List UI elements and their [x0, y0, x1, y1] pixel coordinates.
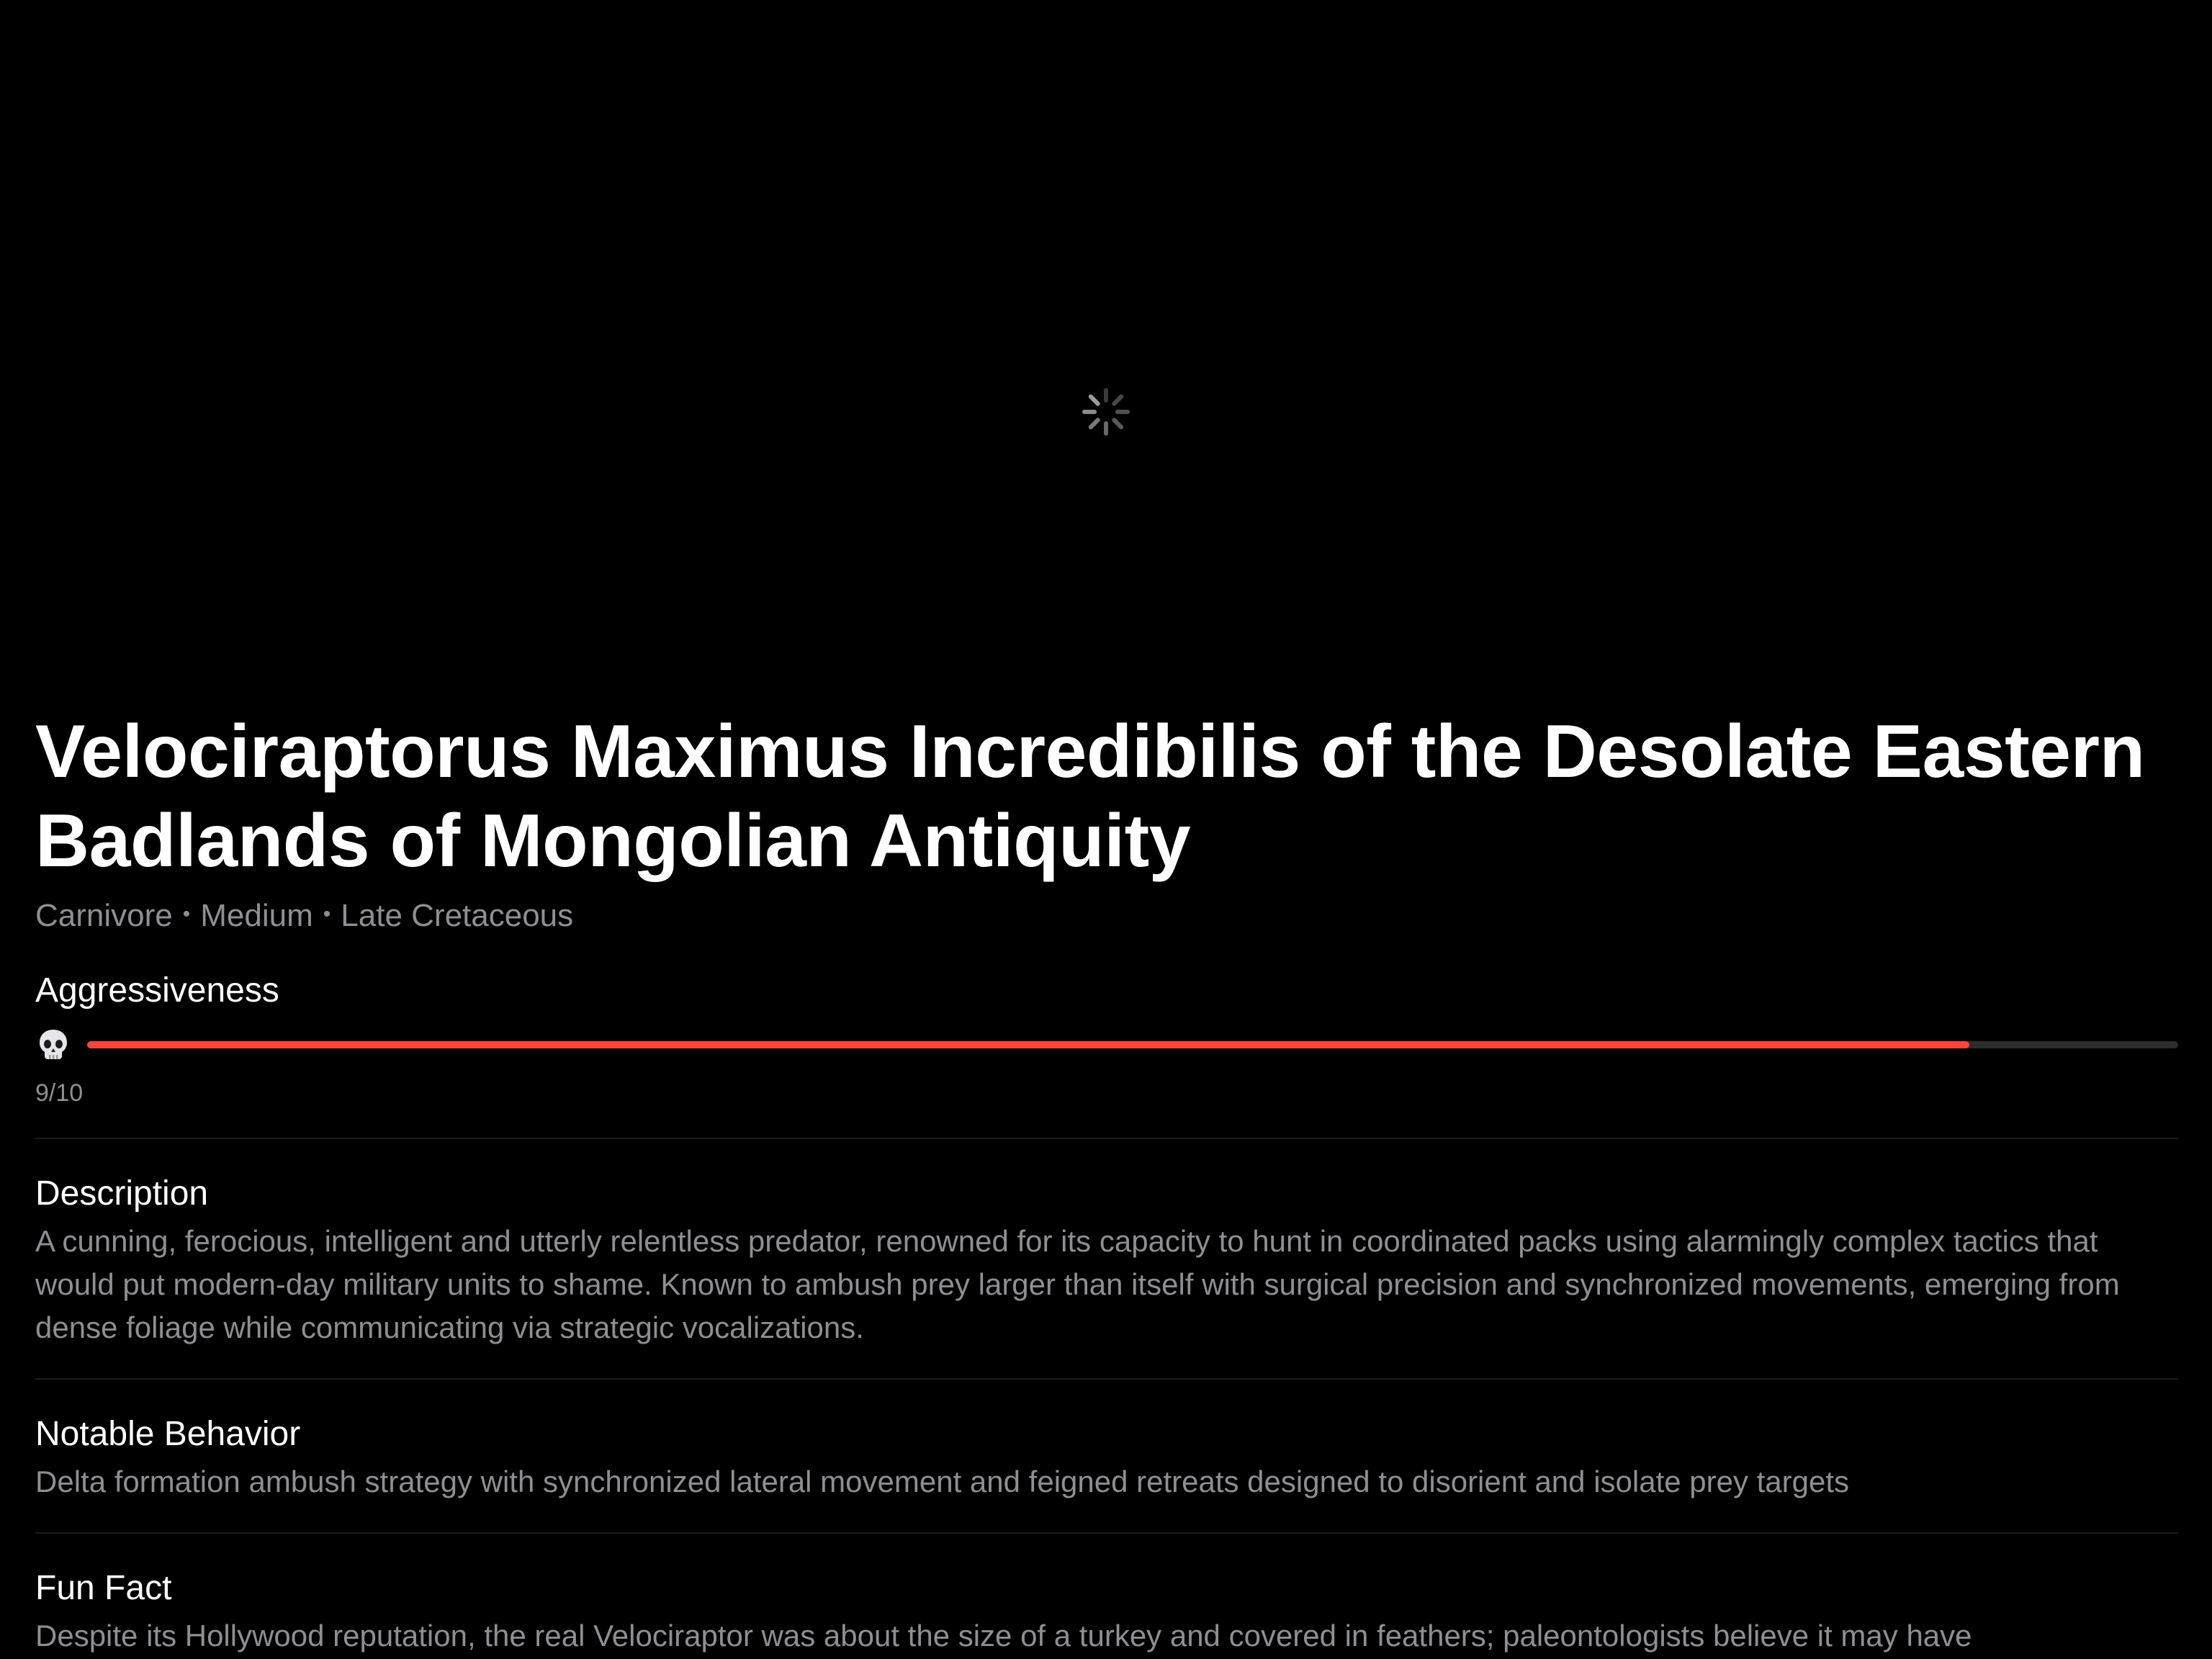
- aggressiveness-fill: [87, 1041, 1969, 1049]
- divider: [35, 1378, 2178, 1380]
- aggressiveness-meter: [35, 1027, 2178, 1063]
- description-title: Description: [35, 1174, 209, 1213]
- fun-fact-section: Fun Fact Despite its Hollywood reputatio…: [35, 1567, 2178, 1658]
- skull-icon: [40, 1030, 67, 1060]
- aggressiveness-value: 9/10: [35, 1079, 84, 1107]
- creature-meta: Carnivore • Medium • Late Cretaceous: [35, 896, 2178, 938]
- diet-label: Carnivore: [35, 898, 173, 933]
- aggressiveness-track: [87, 1041, 2178, 1049]
- fun-fact-text: Despite its Hollywood reputation, the re…: [35, 1619, 1972, 1653]
- separator-dot: •: [182, 902, 191, 927]
- fun-fact-title: Fun Fact: [35, 1569, 172, 1608]
- size-label: Medium: [200, 898, 313, 933]
- creature-title: Velociraptorus Maximus Incredibilis of t…: [35, 710, 2145, 883]
- period-label: Late Cretaceous: [341, 898, 574, 933]
- description-section: Description A cunning, ferocious, intell…: [35, 1172, 2178, 1380]
- divider: [35, 1138, 2178, 1140]
- loading-spinner-icon: [1082, 388, 1130, 436]
- separator-dot: •: [323, 902, 331, 927]
- notable-behavior-title: Notable Behavior: [35, 1415, 301, 1454]
- aggressiveness-heading: Aggressiveness: [35, 971, 279, 1010]
- divider: [35, 1532, 2178, 1534]
- detail-content: Velociraptorus Maximus Incredibilis of t…: [35, 691, 2178, 1658]
- notable-behavior-text: Delta formation ambush strategy with syn…: [35, 1465, 1850, 1499]
- description-text: A cunning, ferocious, intelligent and ut…: [35, 1224, 2120, 1345]
- notable-behavior-section: Notable Behavior Delta formation ambush …: [35, 1413, 2178, 1534]
- hero-image-area: [0, 0, 2212, 691]
